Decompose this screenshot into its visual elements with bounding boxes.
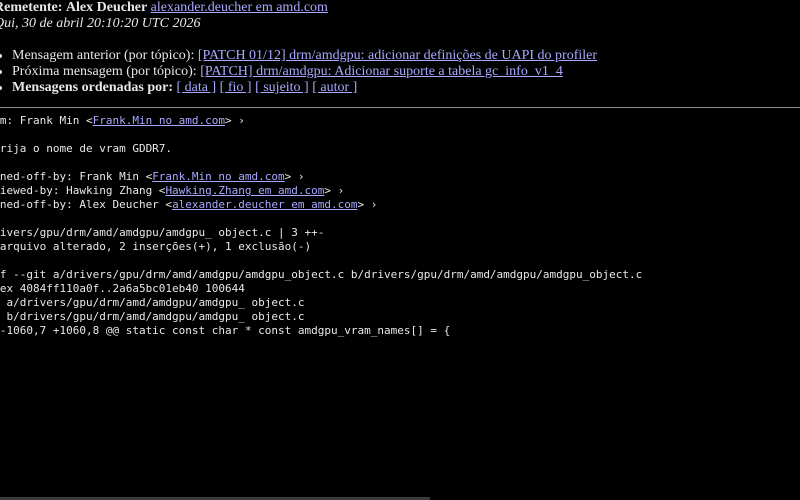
diffstat-file: drivers/gpu/drm/amd/amdgpu/amdgpu_ objec… [0,226,325,239]
body-from-suffix: > › [225,114,245,127]
sort-item: Mensagens ordenadas por: [ data ] [ fio … [12,80,597,96]
reviewer-prefix: Reviewed-by: Hawking Zhang < [0,184,166,197]
from-label: Remetente: [0,0,63,15]
body-from-email-link[interactable]: Frank.Min no amd.com [93,114,225,127]
sort-label: Mensagens ordenadas por: [12,80,174,95]
reviewer-email-link[interactable]: Hawking.Zhang em amd.com [165,184,324,197]
from-line: Remetente: Alex Deucher alexander.deuche… [0,0,597,16]
signoff-2-suffix: > › [357,198,378,211]
date-line: Qui, 30 de abril 20:10:20 UTC 2026 [0,16,201,31]
body-description: Corrija o nome de vram GDDR7. [0,142,173,155]
divider [0,107,800,108]
signoff-1-email-link[interactable]: Frank.Min no amd.com [152,170,284,183]
sort-by-subject-link[interactable]: [ sujeito ] [255,80,309,95]
from-email-link[interactable]: alexander.deucher em amd.com [151,0,328,15]
message-body: From: Frank Min <Frank.Min no amd.com> ›… [0,114,642,338]
from-name: Alex Deucher [65,0,148,15]
diff-plus-file: +++ b/drivers/gpu/drm/amd/amdgpu/amdgpu_… [0,310,305,323]
diff-minus-file: --- a/drivers/gpu/drm/amd/amdgpu/amdgpu_… [0,296,305,309]
next-message-item: Próxima mensagem (por tópico): [PATCH] d… [12,64,597,80]
signoff-1-prefix: Signed-off-by: Frank Min < [0,170,153,183]
thread-nav-list: Mensagem anterior (por tópico): [PATCH 0… [0,48,597,96]
prev-message-link[interactable]: [PATCH 01/12] drm/amdgpu: adicionar defi… [198,48,597,63]
diff-git-line: diff --git a/drivers/gpu/drm/amd/amdgpu/… [0,268,643,281]
reviewer-suffix: > › [324,184,345,197]
diffstat-summary: 1 arquivo alterado, 2 inserções(+), 1 ex… [0,240,312,253]
next-message-label: Próxima mensagem (por tópico): [12,64,197,79]
diff-index-line: index 4084ff110a0f..2a6a5bc01eb40 100644 [0,282,245,295]
signoff-2-prefix: Signed-off-by: Alex Deucher < [0,198,173,211]
sort-by-thread-link[interactable]: [ fio ] [220,80,252,95]
diff-hunk-header: @@ -1060,7 +1060,8 @@ static const char … [0,324,451,337]
message-header: Remetente: Alex Deucher alexander.deuche… [0,0,597,96]
next-message-link[interactable]: [PATCH] drm/amdgpu: Adicionar suporte a … [200,64,563,79]
body-from-prefix: From: Frank Min < [0,114,93,127]
sort-by-date-link[interactable]: [ data ] [177,80,217,95]
signoff-1-suffix: > › [284,170,305,183]
signoff-2-email-link[interactable]: alexander.deucher em amd.com [172,198,357,211]
prev-message-item: Mensagem anterior (por tópico): [PATCH 0… [12,48,597,64]
prev-message-label: Mensagem anterior (por tópico): [12,48,195,63]
sort-by-author-link[interactable]: [ autor ] [312,80,357,95]
